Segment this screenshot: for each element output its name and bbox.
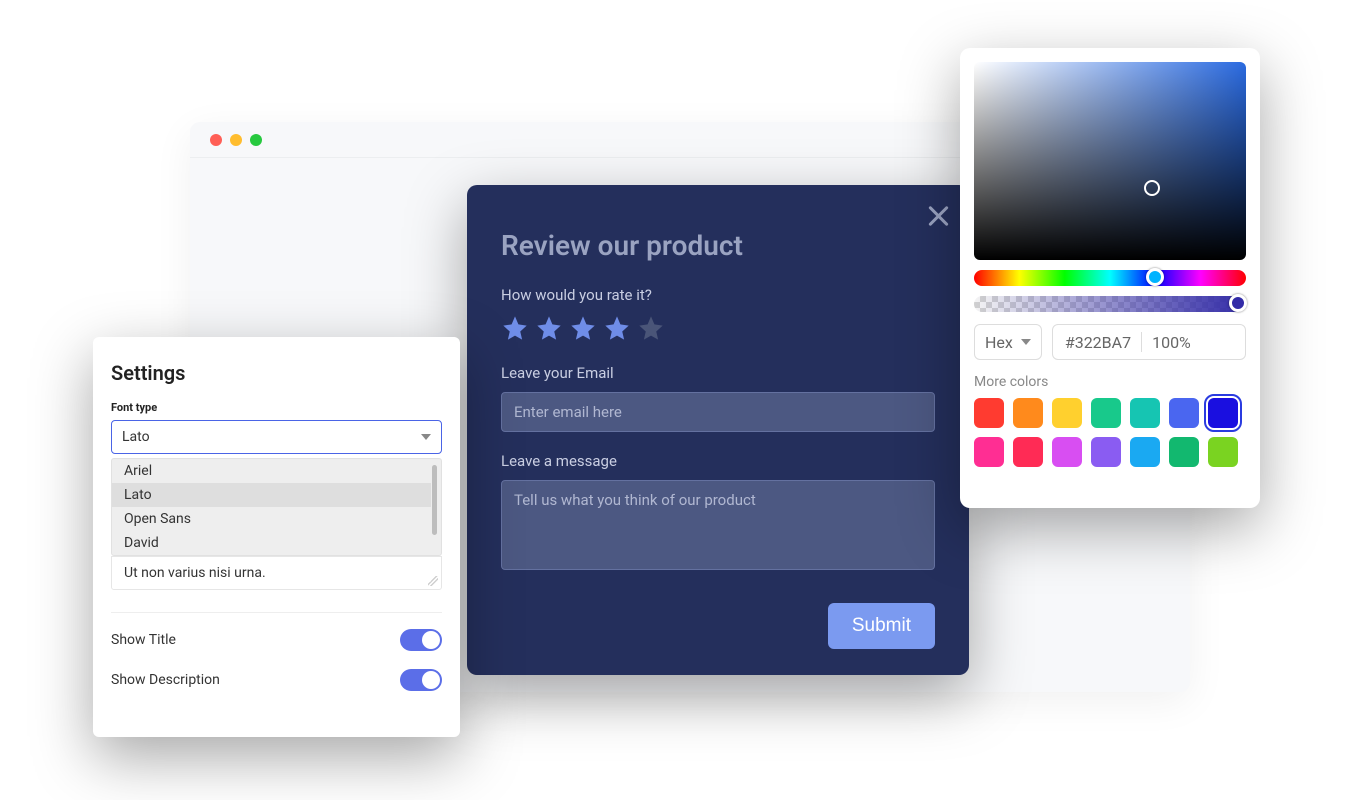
hex-value: #322BA7 bbox=[1065, 333, 1131, 352]
opacity-value: 100% bbox=[1152, 333, 1191, 352]
font-select[interactable]: Lato bbox=[111, 420, 442, 454]
divider bbox=[1141, 332, 1142, 352]
more-colors-label: More colors bbox=[974, 374, 1246, 390]
color-swatch[interactable] bbox=[1052, 398, 1082, 428]
preview-text: Ut non varius nisi urna. bbox=[124, 565, 266, 581]
window-minimize-icon[interactable] bbox=[230, 134, 242, 146]
color-swatch[interactable] bbox=[1169, 398, 1199, 428]
star-icon[interactable] bbox=[637, 314, 665, 342]
color-swatch[interactable] bbox=[1130, 437, 1160, 467]
show-description-label: Show Description bbox=[111, 672, 220, 688]
font-option[interactable]: Ariel bbox=[112, 459, 431, 483]
email-label: Leave your Email bbox=[501, 364, 935, 382]
chevron-down-icon bbox=[421, 434, 431, 440]
color-picker-panel: Hex #322BA7 100% More colors bbox=[960, 48, 1260, 508]
settings-panel: Settings Font type Lato ArielLatoOpen Sa… bbox=[93, 337, 460, 737]
font-option[interactable]: Open Sans bbox=[112, 507, 431, 531]
color-format-value: Hex bbox=[985, 333, 1013, 352]
email-input[interactable] bbox=[501, 392, 935, 432]
color-gradient-area[interactable] bbox=[974, 62, 1246, 260]
rate-label: How would you rate it? bbox=[501, 286, 935, 304]
alpha-thumb[interactable] bbox=[1229, 294, 1247, 312]
font-option[interactable]: Lato bbox=[112, 483, 431, 507]
star-rating[interactable] bbox=[501, 314, 935, 342]
review-title: Review our product bbox=[501, 229, 935, 262]
message-textarea[interactable] bbox=[501, 480, 935, 570]
window-close-icon[interactable] bbox=[210, 134, 222, 146]
star-icon[interactable] bbox=[569, 314, 597, 342]
color-swatch[interactable] bbox=[1091, 437, 1121, 467]
alpha-slider[interactable] bbox=[974, 296, 1246, 312]
show-title-toggle[interactable] bbox=[400, 629, 442, 651]
preview-textarea[interactable]: Ut non varius nisi urna. bbox=[111, 556, 442, 590]
show-description-toggle[interactable] bbox=[400, 669, 442, 691]
hue-slider[interactable] bbox=[974, 270, 1246, 286]
gradient-cursor-icon[interactable] bbox=[1144, 180, 1160, 196]
star-icon[interactable] bbox=[603, 314, 631, 342]
submit-button[interactable]: Submit bbox=[828, 603, 935, 649]
hue-thumb[interactable] bbox=[1146, 268, 1164, 286]
show-description-row: Show Description bbox=[111, 669, 442, 691]
color-swatch[interactable] bbox=[1208, 398, 1238, 428]
color-swatch[interactable] bbox=[974, 398, 1004, 428]
color-swatch[interactable] bbox=[1091, 398, 1121, 428]
show-title-row: Show Title bbox=[111, 629, 442, 651]
divider bbox=[111, 612, 442, 613]
font-type-label: Font type bbox=[111, 401, 442, 414]
color-swatch[interactable] bbox=[1169, 437, 1199, 467]
chevron-down-icon bbox=[1021, 339, 1031, 345]
close-icon[interactable] bbox=[925, 203, 951, 229]
font-dropdown: ArielLatoOpen SansDavid bbox=[111, 458, 442, 556]
color-swatch[interactable] bbox=[1013, 398, 1043, 428]
settings-title: Settings bbox=[111, 361, 442, 385]
color-swatch[interactable] bbox=[1013, 437, 1043, 467]
color-swatch[interactable] bbox=[1130, 398, 1160, 428]
review-modal: Review our product How would you rate it… bbox=[467, 185, 969, 675]
star-icon[interactable] bbox=[535, 314, 563, 342]
star-icon[interactable] bbox=[501, 314, 529, 342]
scrollbar[interactable] bbox=[432, 465, 437, 535]
message-label: Leave a message bbox=[501, 452, 935, 470]
resize-handle-icon[interactable] bbox=[428, 576, 438, 586]
color-format-select[interactable]: Hex bbox=[974, 324, 1042, 360]
window-maximize-icon[interactable] bbox=[250, 134, 262, 146]
font-select-value: Lato bbox=[122, 429, 150, 445]
color-swatch[interactable] bbox=[974, 437, 1004, 467]
font-option[interactable]: David bbox=[112, 531, 431, 555]
color-swatches bbox=[974, 398, 1246, 467]
color-swatch[interactable] bbox=[1208, 437, 1238, 467]
color-swatch[interactable] bbox=[1052, 437, 1082, 467]
hex-input[interactable]: #322BA7 100% bbox=[1052, 324, 1246, 360]
show-title-label: Show Title bbox=[111, 632, 176, 648]
